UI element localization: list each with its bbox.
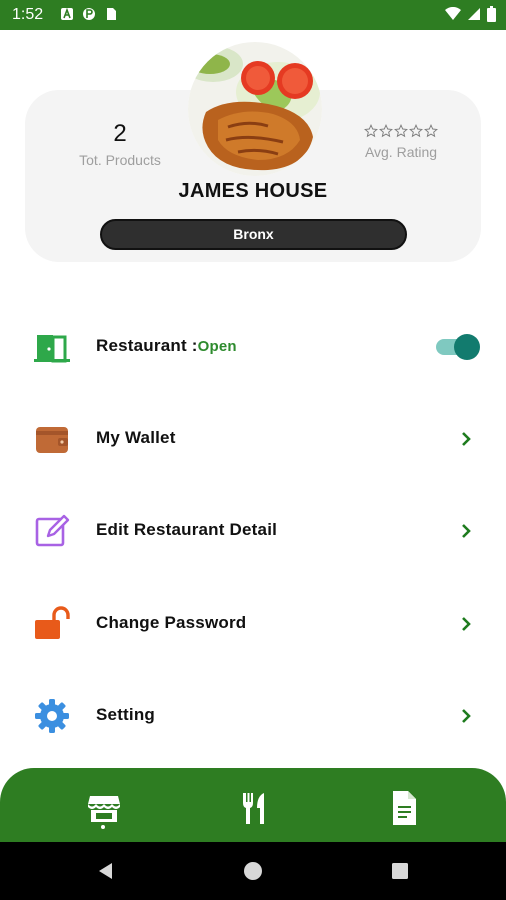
edit-icon bbox=[35, 514, 70, 547]
rating-stars bbox=[346, 124, 456, 138]
status-time: 1:52 bbox=[12, 6, 44, 23]
fork-knife-icon[interactable] bbox=[234, 788, 274, 828]
door-icon bbox=[34, 335, 70, 363]
bottom-navigation bbox=[0, 768, 506, 842]
home-icon[interactable] bbox=[243, 861, 263, 881]
unlock-icon bbox=[35, 606, 70, 639]
status-right-icons bbox=[445, 6, 496, 22]
sim-icon bbox=[107, 8, 116, 20]
change-password-row[interactable]: Change Password bbox=[0, 594, 506, 654]
location-badge[interactable]: Bronx bbox=[100, 219, 407, 250]
wifi-icon bbox=[445, 7, 461, 20]
back-icon[interactable] bbox=[96, 861, 116, 881]
food-photo bbox=[188, 42, 322, 176]
total-products-stat: 2 Tot. Products bbox=[50, 120, 190, 168]
signal-icon bbox=[468, 8, 480, 20]
change-password-label: Change Password bbox=[96, 613, 247, 632]
restaurant-avatar[interactable] bbox=[188, 42, 322, 176]
recents-icon[interactable] bbox=[390, 861, 410, 881]
chevron-right-icon bbox=[462, 524, 471, 538]
star-outline-icon bbox=[409, 124, 423, 138]
restaurant-status-row[interactable]: Restaurant :Open bbox=[0, 317, 506, 377]
restaurant-status-label: Restaurant :Open bbox=[96, 336, 237, 356]
system-navigation-bar bbox=[0, 842, 506, 900]
total-products-value: 2 bbox=[113, 120, 127, 147]
toggle-thumb bbox=[454, 334, 480, 360]
store-icon[interactable] bbox=[84, 788, 124, 828]
status-left-icons bbox=[60, 7, 118, 21]
battery-icon bbox=[487, 6, 496, 22]
chevron-right-icon bbox=[462, 617, 471, 631]
star-outline-icon bbox=[364, 124, 378, 138]
total-products-label: Tot. Products bbox=[79, 152, 161, 168]
p-icon bbox=[83, 8, 95, 20]
restaurant-label-text: Restaurant : bbox=[96, 336, 198, 355]
star-outline-icon bbox=[424, 124, 438, 138]
star-outline-icon bbox=[379, 124, 393, 138]
status-bar: 1:52 bbox=[0, 0, 506, 30]
my-wallet-row[interactable]: My Wallet bbox=[0, 409, 506, 469]
setting-row[interactable]: Setting bbox=[0, 686, 506, 746]
restaurant-status-text: Open bbox=[197, 338, 237, 355]
restaurant-open-toggle[interactable] bbox=[436, 334, 480, 360]
wallet-icon bbox=[36, 427, 68, 453]
edit-restaurant-label: Edit Restaurant Detail bbox=[96, 520, 278, 539]
document-icon[interactable] bbox=[384, 788, 424, 828]
active-indicator-dot bbox=[101, 825, 105, 829]
avg-rating-label: Avg. Rating bbox=[364, 144, 438, 160]
a-icon bbox=[61, 7, 73, 20]
gear-icon bbox=[35, 699, 69, 733]
chevron-right-icon bbox=[462, 432, 471, 446]
setting-label: Setting bbox=[96, 705, 156, 724]
edit-restaurant-row[interactable]: Edit Restaurant Detail bbox=[0, 501, 506, 561]
chevron-right-icon bbox=[462, 709, 471, 723]
star-outline-icon bbox=[394, 124, 408, 138]
avg-rating-stat: Avg. Rating bbox=[346, 124, 456, 160]
restaurant-name: JAMES HOUSE bbox=[178, 180, 328, 202]
my-wallet-label: My Wallet bbox=[96, 428, 176, 447]
